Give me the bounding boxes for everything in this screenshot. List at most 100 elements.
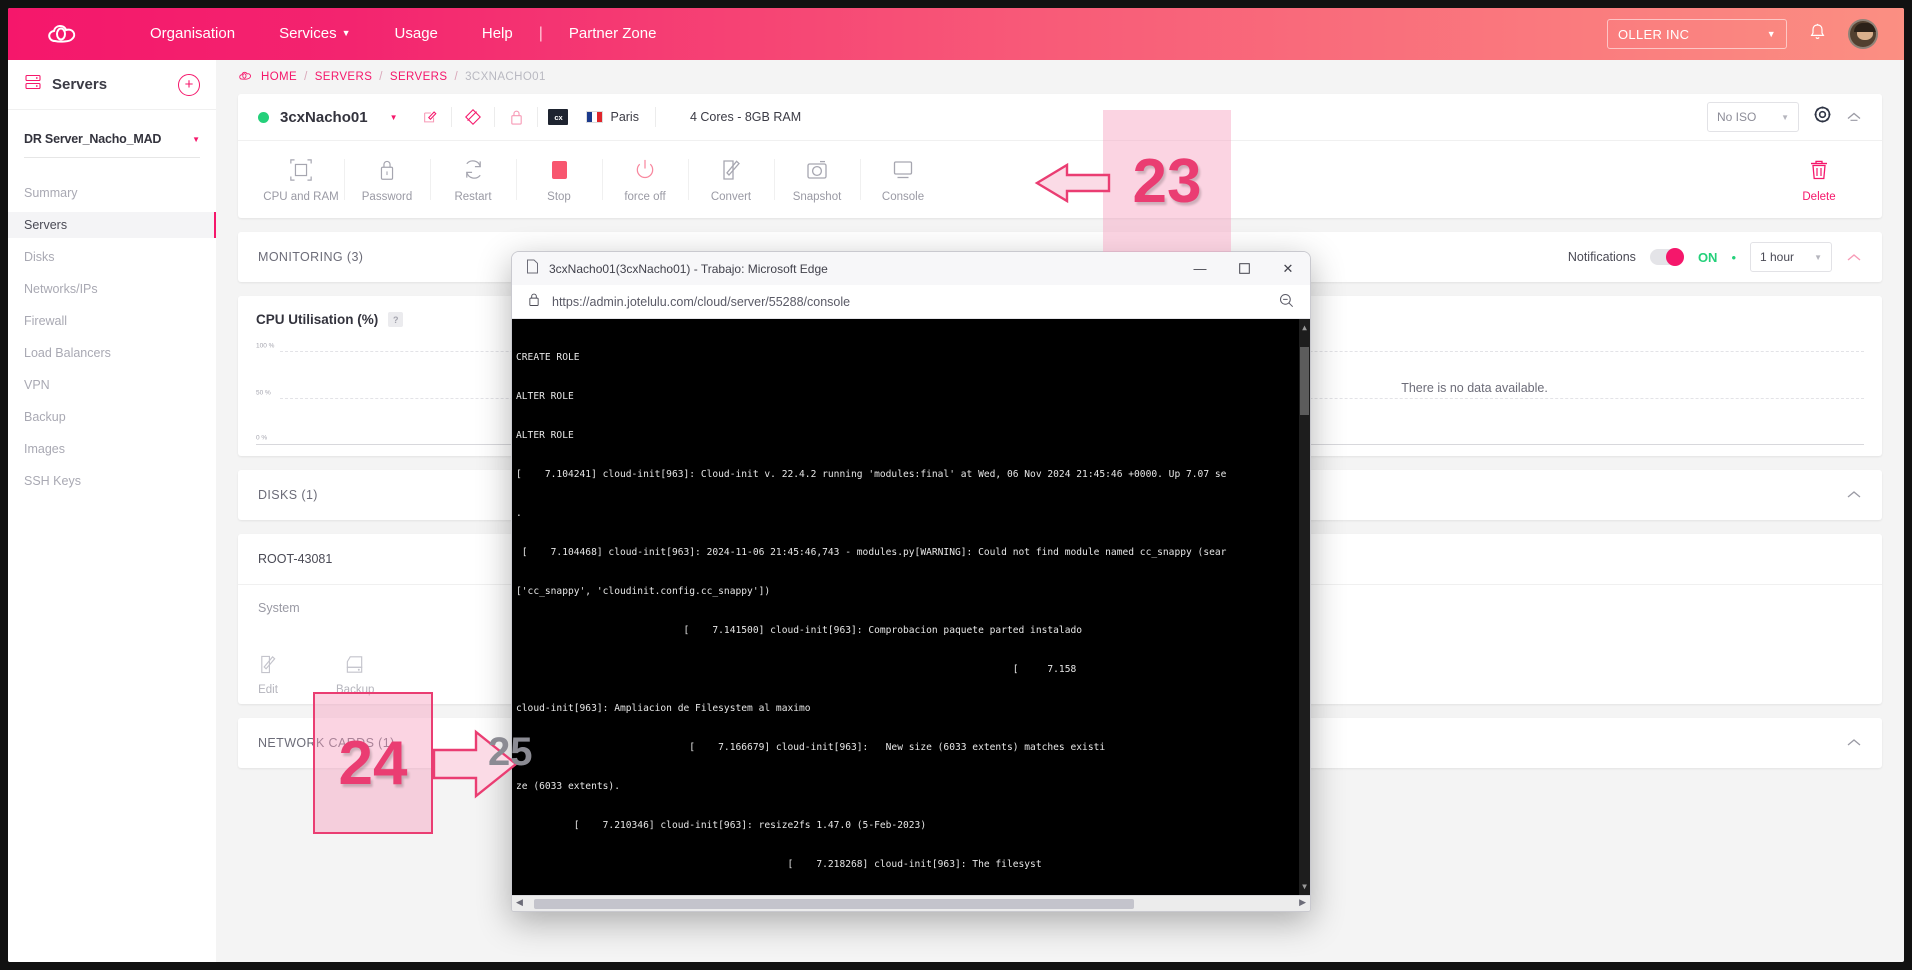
breadcrumb: HOME / SERVERS / SERVERS / 3CXNACHO01 bbox=[216, 60, 1904, 94]
action-snapshot[interactable]: Snapshot bbox=[774, 141, 860, 218]
edge-browser-window[interactable]: 3cxNacho01(3cxNacho01) - Trabajo: Micros… bbox=[511, 251, 1311, 912]
collapse-network-cards-icon[interactable] bbox=[1846, 736, 1862, 750]
collapse-server-card-icon[interactable] bbox=[1846, 110, 1862, 124]
time-range-selector[interactable]: 1 hour ▼ bbox=[1750, 242, 1832, 272]
server-header-card: 3cxNacho01 ▼ cx Paris 4 Cores - 8GB RAM … bbox=[238, 94, 1882, 218]
sidebar-item-vpn[interactable]: VPN bbox=[8, 372, 216, 398]
sidebar-item-ssh-keys[interactable]: SSH Keys bbox=[8, 468, 216, 494]
sidebar-item-networks-ips[interactable]: Networks/IPs bbox=[8, 276, 216, 302]
nav-label: Organisation bbox=[150, 25, 236, 42]
terminal-line: [ 7.158 bbox=[516, 664, 1077, 675]
action-restart[interactable]: Restart bbox=[430, 141, 516, 218]
disk-action-backup[interactable]: Backup bbox=[336, 654, 374, 696]
server-group-selector[interactable]: DR Server_Nacho_MAD ▼ bbox=[24, 132, 200, 146]
jotelulu-cloud-logo[interactable] bbox=[8, 21, 128, 47]
sidebar-item-label: Firewall bbox=[24, 314, 68, 328]
gear-icon[interactable] bbox=[1813, 105, 1832, 129]
edge-title-bar[interactable]: 3cxNacho01(3cxNacho01) - Trabajo: Micros… bbox=[512, 252, 1310, 285]
sidebar-item-label: VPN bbox=[24, 378, 50, 392]
scrollbar-thumb[interactable] bbox=[1300, 347, 1309, 415]
action-label: Stop bbox=[547, 190, 571, 203]
server-location: Paris bbox=[586, 110, 639, 124]
sidebar-item-backup[interactable]: Backup bbox=[8, 404, 216, 430]
iso-selector[interactable]: No ISO ▼ bbox=[1707, 102, 1799, 132]
backup-disk-icon bbox=[344, 654, 366, 678]
nav-item-usage[interactable]: Usage bbox=[373, 8, 460, 60]
breadcrumb-separator: / bbox=[454, 71, 459, 83]
chart-title: CPU Utilisation (%) bbox=[256, 312, 379, 327]
user-avatar[interactable] bbox=[1848, 19, 1878, 49]
action-cpu-and-ram[interactable]: CPU and RAM bbox=[258, 141, 344, 218]
nav-item-partner-zone[interactable]: Partner Zone bbox=[547, 8, 679, 60]
action-delete[interactable]: Delete bbox=[1776, 141, 1862, 218]
divider bbox=[494, 107, 496, 127]
breadcrumb-home[interactable]: HOME bbox=[261, 71, 297, 83]
tag-label-icon[interactable] bbox=[456, 103, 490, 131]
sidebar-item-disks[interactable]: Disks bbox=[8, 244, 216, 270]
sidebar-item-firewall[interactable]: Firewall bbox=[8, 308, 216, 334]
action-label: Snapshot bbox=[792, 190, 842, 203]
terminal-horizontal-scrollbar[interactable]: ◀ ▶ bbox=[512, 895, 1310, 911]
3cx-product-badge: cx bbox=[548, 109, 569, 125]
y-axis-tick: 0 % bbox=[256, 434, 268, 442]
time-range-label: 1 hour bbox=[1760, 250, 1795, 264]
action-force-off[interactable]: force off bbox=[602, 141, 688, 218]
action-stop[interactable]: Stop bbox=[516, 141, 602, 218]
terminal-line: [ 7.104241] cloud-init[963]: Cloud-init … bbox=[516, 469, 1227, 480]
sidebar-item-load-balancers[interactable]: Load Balancers bbox=[8, 340, 216, 366]
notifications-bell-icon[interactable] bbox=[1809, 23, 1826, 45]
breadcrumb-servers-1[interactable]: SERVERS bbox=[315, 71, 373, 83]
terminal-vertical-scrollbar[interactable]: ▲ ▼ bbox=[1299, 319, 1310, 895]
scrollbar-thumb[interactable] bbox=[534, 899, 1134, 909]
action-convert[interactable]: Convert bbox=[688, 141, 774, 218]
action-label: Convert bbox=[710, 190, 752, 203]
scroll-right-arrow-icon[interactable]: ▶ bbox=[1299, 897, 1306, 908]
add-server-button[interactable]: + bbox=[178, 73, 200, 96]
maximize-button[interactable] bbox=[1222, 252, 1266, 285]
disk-action-label: Edit bbox=[258, 684, 278, 696]
terminal-line: [ 7.218268] cloud-init[963]: The filesys… bbox=[516, 859, 1042, 870]
status-dot-running bbox=[258, 111, 269, 123]
action-console[interactable]: Console bbox=[860, 141, 946, 218]
close-button[interactable]: ✕ bbox=[1266, 252, 1310, 285]
sidebar-item-servers[interactable]: Servers bbox=[8, 212, 216, 238]
sidebar-item-label: Load Balancers bbox=[24, 346, 111, 360]
nav-item-organisation[interactable]: Organisation bbox=[128, 8, 257, 60]
sidebar-item-summary[interactable]: Summary bbox=[8, 180, 216, 206]
lock-icon bbox=[377, 157, 397, 183]
rename-server-icon[interactable] bbox=[413, 103, 447, 131]
nav-item-help[interactable]: Help bbox=[460, 8, 535, 60]
sidebar-item-images[interactable]: Images bbox=[8, 436, 216, 462]
help-icon[interactable]: ? bbox=[388, 312, 404, 327]
chevron-down-icon: ▼ bbox=[1766, 29, 1776, 39]
breadcrumb-servers-2[interactable]: SERVERS bbox=[390, 71, 448, 83]
power-icon bbox=[634, 157, 656, 183]
collapse-disks-icon[interactable] bbox=[1846, 488, 1862, 502]
sidebar-item-label: Disks bbox=[24, 250, 55, 264]
notifications-state-dot: • bbox=[1731, 249, 1736, 265]
organisation-selector[interactable]: OLLER INC ▼ bbox=[1607, 19, 1787, 49]
terminal-line: ALTER ROLE bbox=[516, 430, 574, 441]
minimize-button[interactable]: — bbox=[1178, 252, 1222, 285]
divider bbox=[451, 107, 453, 127]
scroll-up-arrow-icon[interactable]: ▲ bbox=[1299, 321, 1310, 334]
console-terminal[interactable]: CREATE ROLE ALTER ROLE ALTER ROLE [ 7.10… bbox=[512, 319, 1310, 895]
terminal-line: [ 7.166679] cloud-init[963]: New size (6… bbox=[516, 742, 1106, 753]
collapse-monitoring-icon[interactable] bbox=[1846, 250, 1862, 265]
padlock-icon[interactable] bbox=[499, 103, 533, 131]
action-label: Password bbox=[361, 190, 413, 203]
action-password[interactable]: Password bbox=[344, 141, 430, 218]
chevron-down-icon[interactable]: ▼ bbox=[390, 113, 398, 122]
notifications-toggle[interactable] bbox=[1649, 248, 1684, 266]
sidebar-nav: Summary Servers Disks Networks/IPs Firew… bbox=[8, 180, 216, 494]
scroll-left-arrow-icon[interactable]: ◀ bbox=[516, 897, 523, 908]
zoom-out-icon[interactable] bbox=[1279, 293, 1294, 311]
server-group-name: DR Server_Nacho_MAD bbox=[24, 132, 162, 146]
nav-item-services[interactable]: Services ▼ bbox=[257, 8, 372, 61]
application-window: Organisation Services ▼ Usage Help | Part… bbox=[8, 8, 1904, 962]
scroll-down-arrow-icon[interactable]: ▼ bbox=[1299, 880, 1310, 893]
edge-address-bar[interactable]: https://admin.jotelulu.com/cloud/server/… bbox=[512, 285, 1310, 319]
nav-label: Help bbox=[481, 25, 513, 42]
disk-action-edit[interactable]: Edit bbox=[258, 654, 278, 696]
terminal-line: CREATE ROLE bbox=[516, 352, 580, 363]
